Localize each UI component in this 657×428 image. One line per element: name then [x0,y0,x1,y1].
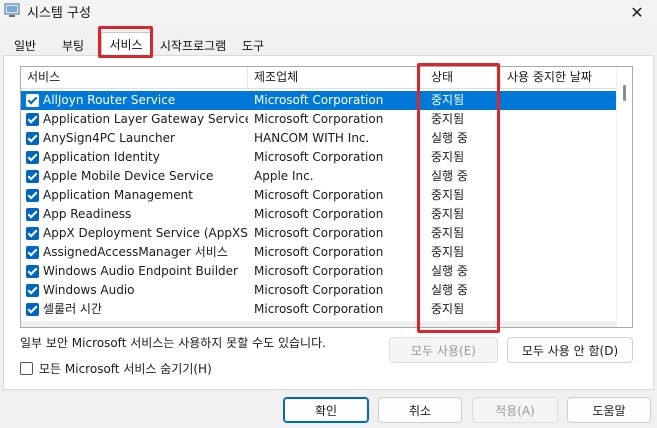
table-row[interactable]: Application Identity Microsoft Corporatio… [21,148,617,167]
service-name: AssignedAccessManager 서비스 [43,245,228,259]
service-status: 중지됨 [431,226,465,240]
tab-general[interactable]: 일반 [6,35,44,55]
service-manufacturer: Microsoft Corporation [254,245,384,259]
ok-button[interactable]: 확인 [283,397,369,423]
list-header: 서비스 제조업체 상태 사용 중지한 날짜 [21,67,617,89]
tab-tools[interactable]: 도구 [236,35,270,55]
service-status: 중지됨 [431,150,465,164]
tab-services[interactable]: 서비스 [101,32,151,56]
window-title: 시스템 구성 [27,6,91,21]
service-checkbox[interactable] [26,227,39,240]
column-header-service[interactable]: 서비스 [21,67,248,89]
service-status: 중지됨 [431,188,465,202]
service-manufacturer: Microsoft Corporation [254,264,384,278]
table-row[interactable]: Windows Audio Endpoint Builder Microsoft … [21,262,617,281]
service-status: 실행 중 [431,131,468,145]
service-status: 중지됨 [431,112,465,126]
service-manufacturer: Microsoft Corporation [254,302,384,316]
service-status: 실행 중 [431,283,468,297]
service-checkbox[interactable] [26,132,39,145]
service-name: Windows Audio [43,283,135,297]
service-name: AllJoyn Router Service [43,93,176,107]
list-rows: AllJoyn Router Service Microsoft Corporat… [21,91,617,327]
service-checkbox[interactable] [26,208,39,221]
help-button[interactable]: 도움말 [567,397,651,423]
service-manufacturer: Microsoft Corporation [254,207,384,221]
service-manufacturer: HANCOM WITH Inc. [254,131,370,145]
service-status: 중지됨 [431,245,465,259]
horizontal-scrollbar[interactable] [21,321,617,327]
checkbox-box[interactable] [20,361,33,375]
hide-ms-services-label: 모든 Microsoft 서비스 숨기기(H) [39,361,212,376]
tab-bar: 일반 부팅 서비스 시작프로그램 도구 [0,32,657,56]
cancel-button[interactable]: 취소 [378,397,462,423]
table-row[interactable]: Windows Audio Microsoft Corporation 실행 중 [21,281,617,300]
service-checkbox[interactable] [26,303,39,316]
table-row[interactable]: AppX Deployment Service (AppXSV... Micros… [21,224,617,243]
tab-boot[interactable]: 부팅 [55,35,91,55]
security-services-note: 일부 보안 Microsoft 서비스는 사용하지 못할 수도 있습니다. [20,336,326,350]
service-name: App Readiness [43,207,132,221]
service-name: Application Identity [43,150,160,164]
title-bar: 시스템 구성 ✕ [0,0,657,24]
service-name: Windows Audio Endpoint Builder [43,264,238,278]
table-row[interactable]: App Readiness Microsoft Corporation 중지됨 [21,205,617,224]
service-manufacturer: Microsoft Corporation [254,226,384,240]
tab-startup[interactable]: 시작프로그램 [154,35,232,55]
service-status: 중지됨 [431,207,465,221]
service-checkbox[interactable] [26,284,39,297]
close-button[interactable]: ✕ [617,0,657,24]
service-name: Application Management [43,188,193,202]
apply-button[interactable]: 적용(A) [472,397,558,423]
service-manufacturer: Microsoft Corporation [254,112,384,126]
service-checkbox[interactable] [26,189,39,202]
disable-all-button[interactable]: 모두 사용 안 함(D) [507,337,633,363]
service-name: Apple Mobile Device Service [43,169,214,183]
service-status: 중지됨 [431,93,465,107]
service-checkbox[interactable] [26,94,39,107]
table-row[interactable]: AnySign4PC Launcher HANCOM WITH Inc. 실행 중 [21,129,617,148]
vertical-scrollbar[interactable] [616,67,632,327]
hide-ms-services-checkbox[interactable]: 모든 Microsoft 서비스 숨기기(H) [20,360,212,376]
service-status: 실행 중 [431,264,468,278]
service-name: AnySign4PC Launcher [43,131,175,145]
service-checkbox[interactable] [26,246,39,259]
service-manufacturer: Microsoft Corporation [254,93,384,107]
table-row[interactable]: Apple Mobile Device Service Apple Inc. 실행 … [21,167,617,186]
service-checkbox[interactable] [26,151,39,164]
enable-all-button[interactable]: 모두 사용(E) [389,337,498,363]
table-row[interactable]: Application Management Microsoft Corporat… [21,186,617,205]
table-row[interactable]: Application Layer Gateway Service Microso… [21,110,617,129]
table-row[interactable]: AllJoyn Router Service Microsoft Corporat… [21,91,617,110]
scrollbar-thumb[interactable] [623,85,626,101]
service-name: 셀룰러 시간 [43,302,103,316]
service-status: 중지됨 [431,302,465,316]
service-manufacturer: Microsoft Corporation [254,283,384,297]
service-status: 실행 중 [431,169,468,183]
service-manufacturer: Apple Inc. [254,169,314,183]
table-row[interactable]: 셀룰러 시간 Microsoft Corporation 중지됨 [21,300,617,319]
column-header-disabled-date[interactable]: 사용 중지한 날짜 [501,67,617,89]
service-name: AppX Deployment Service (AppXSV... [43,226,248,240]
service-manufacturer: Microsoft Corporation [254,188,384,202]
column-header-manufacturer[interactable]: 제조업체 [248,67,418,89]
service-checkbox[interactable] [26,170,39,183]
service-checkbox[interactable] [26,113,39,126]
system-config-icon [4,3,20,17]
service-name: Application Layer Gateway Service [43,112,248,126]
service-checkbox[interactable] [26,265,39,278]
table-row[interactable]: AssignedAccessManager 서비스 Microsoft Corpo… [21,243,617,262]
service-manufacturer: Microsoft Corporation [254,150,384,164]
services-list[interactable]: 서비스 제조업체 상태 사용 중지한 날짜 AllJoyn Router Ser… [20,66,633,328]
column-header-status[interactable]: 상태 [425,67,501,89]
